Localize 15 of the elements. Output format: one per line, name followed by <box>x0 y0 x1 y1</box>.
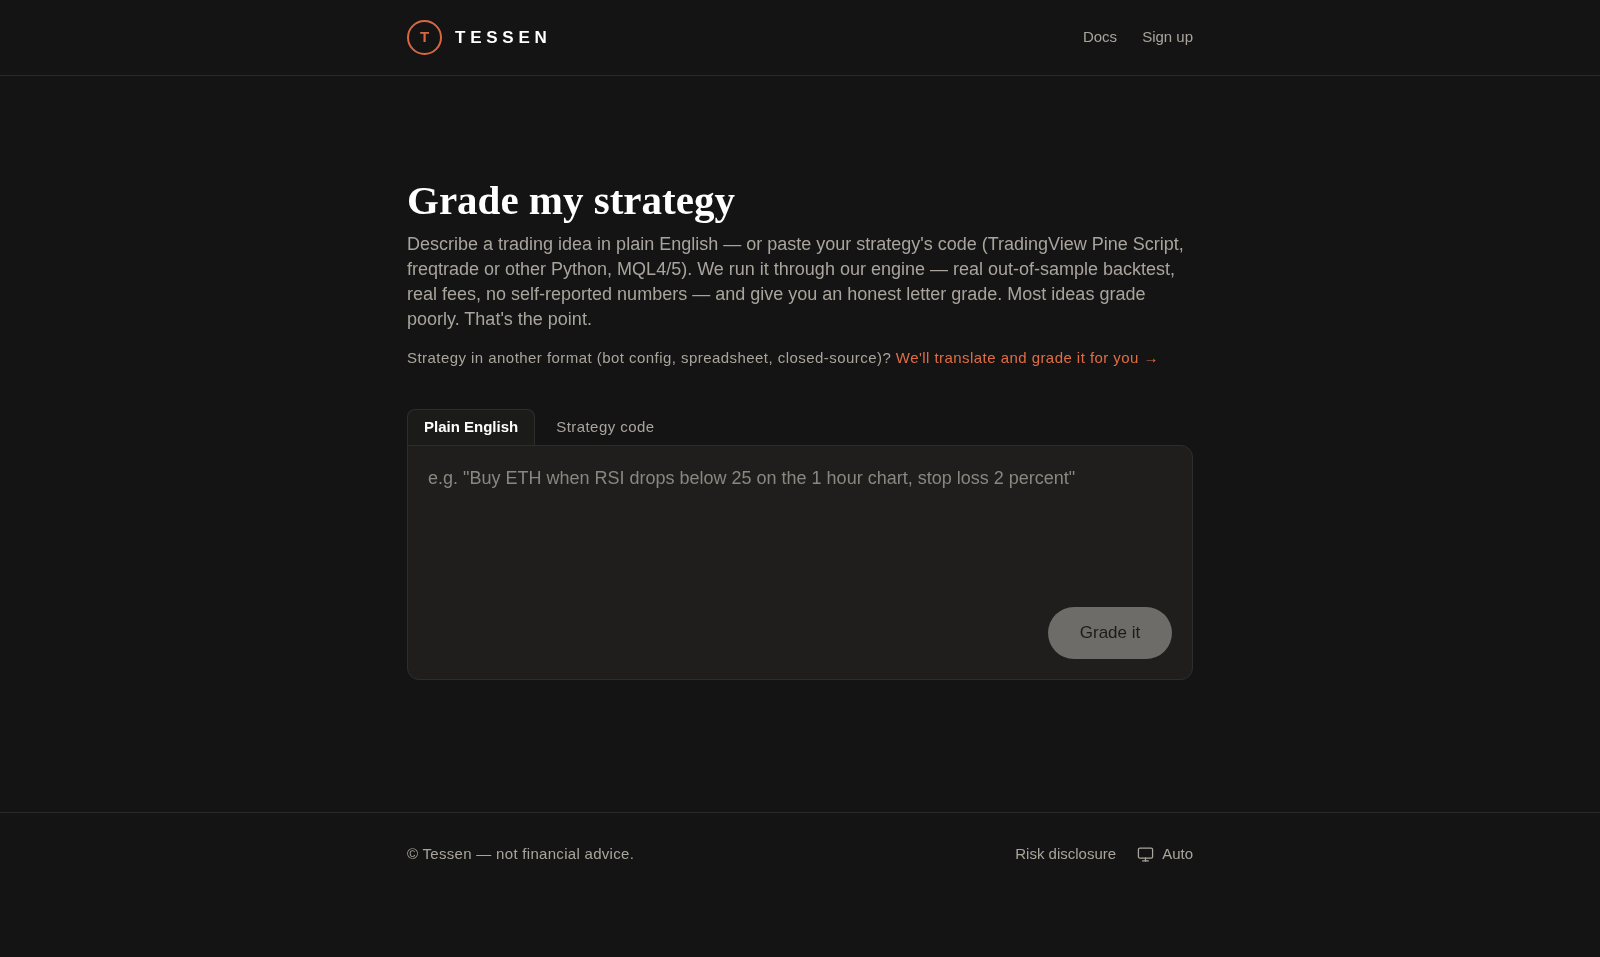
format-note: Strategy in another format (bot config, spreadsheet, closed-source)? We'll translate and grade it for you → <box>407 348 1160 368</box>
copyright-text: © Tessen — not financial advice. <box>407 844 635 864</box>
strategy-input[interactable]: e.g. "Buy ETH when RSI drops below 25 on the 1 hour chart, stop loss 2 percent" <box>428 466 1172 607</box>
intro-paragraph: Describe a trading idea in plain English — or paste your strategy's code (TradingView Pine Script, freqtrade or other Python, MQL4/5). We run it through our engine — real out-of-sample backtest, real fees, no self-reported numbers — and give you an honest letter grade. Most ideas grade poorly. That's the point. <box>407 233 1185 331</box>
logo-mark: T <box>407 20 442 55</box>
tab[interactable]: Strategy code <box>535 409 676 445</box>
theme-toggle[interactable]: Auto <box>1137 843 1193 866</box>
footer-link[interactable]: Risk disclosure <box>1015 843 1117 866</box>
translate-link[interactable]: We'll translate and grade it for you → <box>895 349 1159 366</box>
tab[interactable]: Plain English <box>407 409 536 445</box>
monitor-icon <box>1137 845 1155 863</box>
nav-link[interactable]: Docs <box>1082 26 1118 49</box>
brand-name: TESSEN <box>455 26 552 49</box>
page-title: Grade my strategy <box>407 176 736 224</box>
nav-link[interactable]: Sign up <box>1142 26 1193 49</box>
